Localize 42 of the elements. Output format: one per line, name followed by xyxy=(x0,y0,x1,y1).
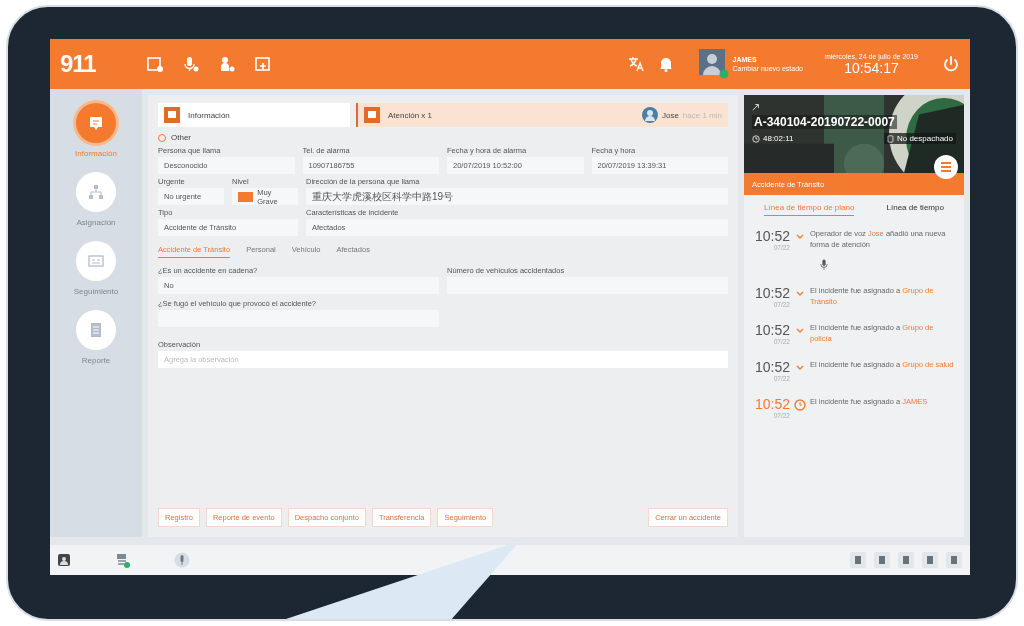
form-icon xyxy=(88,115,104,131)
person-icon[interactable] xyxy=(218,55,236,73)
arrow-icon xyxy=(752,103,760,111)
radio-option[interactable]: Other xyxy=(158,133,728,142)
nav-button[interactable] xyxy=(76,103,116,143)
event-time: 10:52 xyxy=(754,395,790,412)
user-icon[interactable] xyxy=(58,554,70,566)
nav-button[interactable] xyxy=(76,310,116,350)
incident-code: A-340104-20190722-0007 xyxy=(752,115,897,129)
timer-icon xyxy=(752,134,760,143)
mic-icon[interactable] xyxy=(174,552,190,568)
report-icon[interactable] xyxy=(146,55,164,73)
monitor-icon xyxy=(88,253,104,269)
avatar-icon[interactable] xyxy=(698,49,729,79)
logo: 911 xyxy=(60,50,97,78)
avatar-icon xyxy=(641,107,658,123)
timeline-tab[interactable]: Línea de tiempo xyxy=(886,203,944,216)
event-time: 10:52 xyxy=(754,284,790,301)
network-icon[interactable] xyxy=(114,552,130,568)
form-icon xyxy=(164,107,180,123)
power-icon[interactable] xyxy=(942,55,960,73)
dispatch-status: No despachado xyxy=(896,134,953,143)
input-field[interactable]: 重庆大学虎溪校区科学中路19号 xyxy=(306,188,728,205)
nav-label: Información xyxy=(75,149,117,158)
nav-button[interactable] xyxy=(76,241,116,281)
nav-label: Seguimiento xyxy=(73,287,119,296)
list-icon[interactable] xyxy=(934,155,958,179)
event-time: 10:52 xyxy=(754,358,790,375)
clock-icon xyxy=(794,398,806,411)
nav-label: Reporte xyxy=(81,356,111,365)
event-time: 10:52 xyxy=(754,228,790,244)
tab[interactable]: Información xyxy=(158,103,350,127)
event-time: 10:52 xyxy=(754,321,790,338)
nav-button[interactable] xyxy=(76,172,116,212)
hierarchy-icon xyxy=(88,184,104,200)
nav-label: Asignación xyxy=(76,218,116,227)
agent-name: Jose xyxy=(661,110,679,120)
form-icon xyxy=(364,107,380,123)
mic-icon[interactable] xyxy=(820,258,828,271)
elapsed-time: 48:02:11 xyxy=(763,134,794,143)
mic-icon[interactable] xyxy=(182,55,200,73)
calendar-icon[interactable] xyxy=(254,55,272,73)
